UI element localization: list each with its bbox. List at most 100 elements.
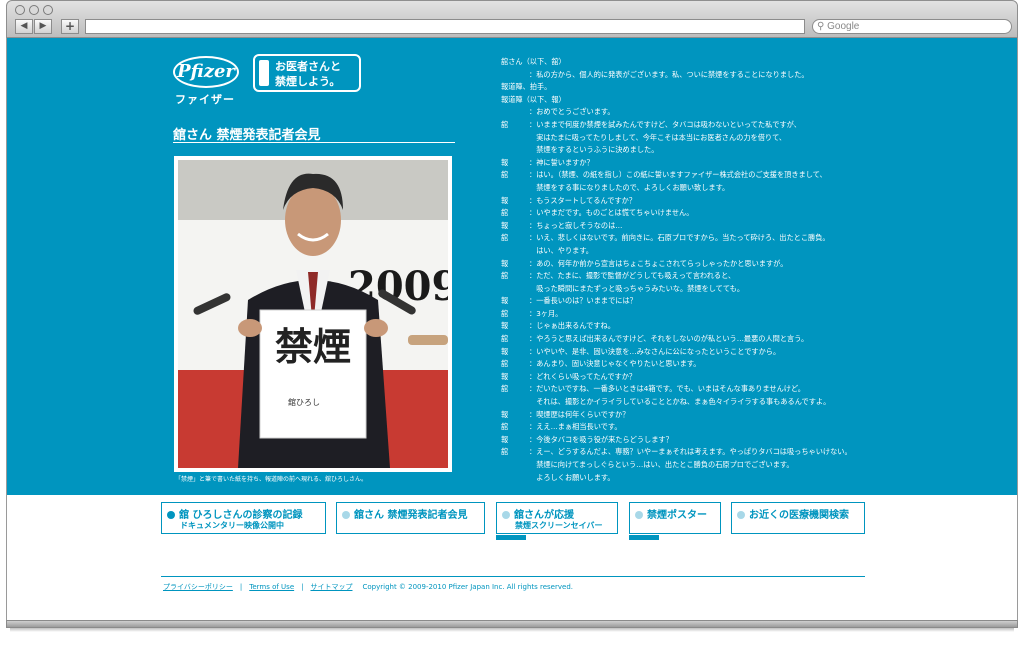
transcript-speaker: 舘 xyxy=(501,384,509,394)
zoom-window-icon[interactable] xyxy=(43,5,53,15)
transcript-text: ：今後タバコを吸う役が来たらどうします？ xyxy=(529,434,673,444)
transcript: 舘さん（以下、舘） ：私の方から、個人的に発表がございます。私、ついに禁煙をするこ… xyxy=(501,56,981,484)
transcript-line: 報 ：あの、何年か前から宣言はちょこちょこされてらっしゃったかと思いますが。 xyxy=(501,258,981,271)
transcript-speaker xyxy=(501,69,529,82)
transcript-text: ：私の方から、個人的に発表がございます。私、ついに禁煙をすることになりました。 xyxy=(529,69,809,79)
copyright-text: Copyright © 2009-2010 Pfizer Japan Inc. … xyxy=(362,583,573,591)
nav-box-screensaver[interactable]: 舘さんが応援 禁煙スクリーンセイバー xyxy=(496,502,618,534)
transcript-speaker: 舘 xyxy=(501,359,509,369)
logo-wordmark: Pfizer xyxy=(173,56,239,88)
transcript-text: よろしくお願いします。 xyxy=(529,472,615,482)
forward-button[interactable]: ▶ xyxy=(34,19,52,34)
nav-box-documentary[interactable]: 舘 ひろしさんの診察の記録 ドキュメンタリー映像公開中 xyxy=(161,502,326,534)
back-button[interactable]: ◀ xyxy=(15,19,33,34)
transcript-speaker: 報 xyxy=(501,409,509,419)
page-title: 舘さん 禁煙発表記者会見 xyxy=(173,124,455,143)
transcript-line: 吸った瞬間にまたずっと吸っちゃうみたいな。禁煙をしてても。 xyxy=(501,283,981,296)
transcript-text: ：じゃぁ出来るんですね。 xyxy=(529,321,615,331)
transcript-line: 舘 ：3ヶ月。 xyxy=(501,308,981,321)
transcript-text: ：やろうと思えば出来るんですけど、それをしないのが私という…最悪の人間と言う。 xyxy=(529,334,809,344)
transcript-text: ：だいたいですね、一番多いときは4箱です。でも、いまはそんな事ありませんけど。 xyxy=(529,384,805,394)
transcript-text: ：あの、何年か前から宣言はちょこちょこされてらっしゃったかと思いますが。 xyxy=(529,258,788,268)
paper-kanji: 禁煙 xyxy=(275,324,351,369)
transcript-speaker xyxy=(501,472,529,485)
press-photo-image: 2009年 禁煙 舘ひろし xyxy=(178,160,448,468)
transcript-line: 報 ：じゃぁ出来るんですね。 xyxy=(501,320,981,333)
transcript-text: 禁煙をするというふうに決めました。 xyxy=(529,145,659,155)
transcript-text: ：いやまだです。ものごとは慌てちゃいけません。 xyxy=(529,208,694,218)
exclamation-icon xyxy=(259,60,269,86)
transcript-line: 禁煙をするというふうに決めました。 xyxy=(501,144,981,157)
page-viewport: Pfizer ファイザー お医者さんと 禁煙しよう。 舘さん 禁煙発表記者会見 … xyxy=(6,38,1018,622)
transcript-speaker: 報 xyxy=(501,434,509,444)
campaign-badge: お医者さんと 禁煙しよう。 xyxy=(253,54,361,92)
transcript-speaker: 舘 xyxy=(501,233,509,243)
transcript-text: それは、撮影とかイライラしていることとかね、まぁ色々イライラする事もあるんですよ… xyxy=(529,397,831,407)
nav-box-clinic-search[interactable]: お近くの医療機関検索 xyxy=(731,502,865,534)
search-placeholder: Google xyxy=(827,21,860,32)
terms-link[interactable]: Terms of Use xyxy=(249,583,294,591)
footer-divider xyxy=(161,576,865,577)
transcript-speaker xyxy=(501,182,529,195)
transcript-line: 報 ：いやいや、是非、固い決意を…みなさんに公になったということですから。 xyxy=(501,346,981,359)
bullet-dot-icon xyxy=(167,511,175,519)
transcript-line: 報 ：もうスタートしてるんですか？ xyxy=(501,195,981,208)
search-icon: ⚲ xyxy=(817,21,828,32)
transcript-text: 実はたまに吸ってたりしまして、今年こそは本当にお医者さんの力を借りて、 xyxy=(529,132,787,142)
transcript-speaker xyxy=(501,283,529,296)
search-field[interactable]: ⚲ Google xyxy=(812,19,1012,34)
minimize-window-icon[interactable] xyxy=(29,5,39,15)
download-tag[interactable] xyxy=(496,535,526,540)
transcript-speaker xyxy=(501,245,529,258)
transcript-speaker: 舘 xyxy=(501,422,509,432)
transcript-text: ：3ヶ月。 xyxy=(529,308,563,318)
browser-toolbar: ◀ ▶ + ⚲ Google xyxy=(6,0,1018,38)
transcript-line: 舘さん（以下、舘） xyxy=(501,56,981,69)
transcript-text: 禁煙に向けてまっしぐらという…はい、出たとこ勝負の石原プロでございます。 xyxy=(529,460,794,469)
transcript-line: 舘 ：だいたいですね、一番多いときは4箱です。でも、いまはそんな事ありませんけど。 xyxy=(501,383,981,396)
transcript-line: はい、やります。 xyxy=(501,245,981,258)
nav-box-title: 舘さん 禁煙発表記者会見 xyxy=(354,510,468,521)
nav-box-subtitle: 禁煙スクリーンセイバー xyxy=(515,521,603,530)
close-window-icon[interactable] xyxy=(15,5,25,15)
transcript-speaker: 舘さん（以下、舘） xyxy=(501,57,566,66)
bullet-dot-icon xyxy=(342,511,350,519)
nav-box-subtitle: ドキュメンタリー映像公開中 xyxy=(180,521,284,530)
transcript-text: 吸った瞬間にまたずっと吸っちゃうみたいな。禁煙をしてても。 xyxy=(529,283,745,293)
transcript-line: 舘 ：やろうと思えば出来るんですけど、それをしないのが私という…最悪の人間と言う。 xyxy=(501,333,981,346)
transcript-speaker: 報 xyxy=(501,296,509,306)
transcript-line: 報道陣、拍手。 xyxy=(501,81,981,94)
nav-box-poster[interactable]: 禁煙ポスター xyxy=(629,502,721,534)
photo-caption: 「禁煙」と筆で書いた紙を持ち、報道陣の前へ現れる、舘ひろしさん。 xyxy=(175,476,368,483)
transcript-text: ：えー、どうするんだよ、専務？いやーまぁそれは考えます。やっぱりタバコは吸っちゃ… xyxy=(529,447,852,457)
bullet-dot-icon xyxy=(737,511,745,519)
transcript-speaker xyxy=(501,459,529,472)
add-tab-button[interactable]: + xyxy=(61,19,79,34)
nav-box-press-conference[interactable]: 舘さん 禁煙発表記者会見 xyxy=(336,502,485,534)
transcript-speaker xyxy=(501,132,529,145)
transcript-text: ：いままで何度か禁煙を試みたんですけど、タバコは吸わないといってた私ですが、 xyxy=(529,119,801,129)
transcript-line: 実はたまに吸ってたりしまして、今年こそは本当にお医者さんの力を借りて、 xyxy=(501,132,981,145)
window-bottom-bar xyxy=(6,620,1018,628)
transcript-text: ：ちょっと寂しそうなのは… xyxy=(529,220,623,230)
transcript-text: ：いやいや、是非、固い決意を…みなさんに公になったということですから。 xyxy=(529,346,781,356)
privacy-link[interactable]: プライバシーポリシー xyxy=(163,583,233,591)
transcript-line: 報 ：一番長いのは？いままでには？ xyxy=(501,295,981,308)
footer-separator: | xyxy=(239,583,243,591)
transcript-speaker: 報 xyxy=(501,195,509,205)
transcript-speaker: 報 xyxy=(501,346,509,356)
address-bar[interactable] xyxy=(85,19,805,34)
sitemap-link[interactable]: サイトマップ xyxy=(310,583,352,591)
download-tag[interactable] xyxy=(629,535,659,540)
transcript-speaker: 報 xyxy=(501,371,509,381)
footer-separator: | xyxy=(301,583,304,591)
transcript-text: 禁煙をする事になりましたので、よろしくお願い致します。 xyxy=(529,182,730,192)
transcript-speaker: 報 xyxy=(501,258,509,268)
transcript-line: 舘 ：いやまだです。ものごとは慌てちゃいけません。 xyxy=(501,207,981,220)
pfizer-logo[interactable]: Pfizer ファイザー xyxy=(173,56,243,116)
transcript-speaker: 報 xyxy=(501,157,509,167)
transcript-line: よろしくお願いします。 xyxy=(501,472,981,485)
transcript-line: 報 ：今後タバコを吸う役が来たらどうします？ xyxy=(501,434,981,447)
transcript-text: はい、やります。 xyxy=(529,245,593,255)
transcript-speaker: 舘 xyxy=(501,170,509,180)
